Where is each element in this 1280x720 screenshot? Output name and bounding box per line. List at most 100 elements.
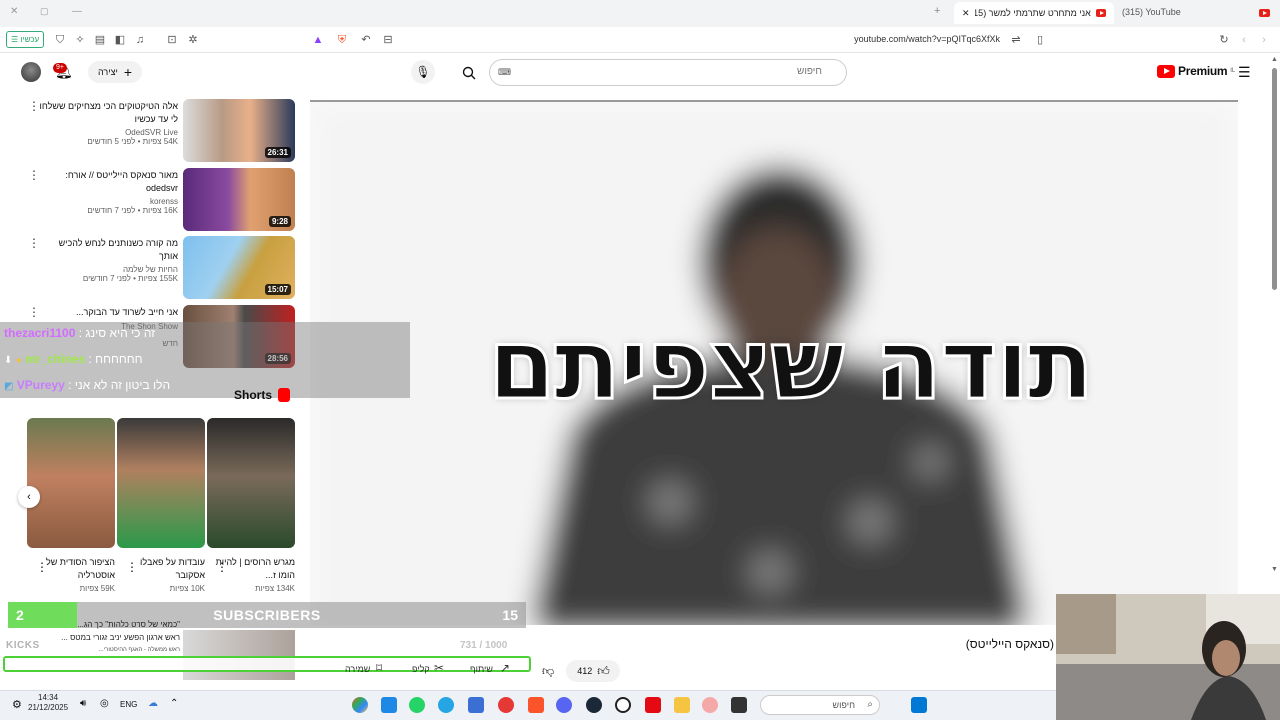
more-options-icon[interactable]: ⋮ <box>28 99 40 113</box>
forward-icon[interactable]: › <box>1256 32 1272 48</box>
rec-thumbnail[interactable]: 15:07 <box>183 236 295 299</box>
recommendation-item[interactable]: ⋮ אלה הטיקטוקים הכי מצחיקים ששלחו לי עד … <box>0 99 300 163</box>
language-indicator[interactable]: ENG <box>120 700 137 709</box>
taskbar-clock[interactable]: 14:34 21/12/2025 <box>28 693 68 713</box>
duration-badge: 26:31 <box>264 147 291 158</box>
cast-icon[interactable]: ⊟ <box>380 32 396 48</box>
mic-icon[interactable]: 🎙︎ <box>411 60 435 84</box>
recommendation-item[interactable]: ⋮ מאור סנאקס היילייטס // אורח: odedsvr k… <box>0 168 300 232</box>
restore-window-icon[interactable]: ▢ <box>40 6 49 17</box>
onedrive-icon[interactable]: ☁ <box>148 698 158 709</box>
search-button[interactable] <box>452 60 486 85</box>
clip-button[interactable]: קליפ <box>412 664 430 674</box>
scroll-down-icon[interactable]: ▼ <box>1271 566 1278 573</box>
more-options-icon[interactable]: ⋮ <box>216 560 228 574</box>
rec-title[interactable]: אני חייב לשרוד עד הבוקר... <box>38 306 178 319</box>
store-icon[interactable] <box>381 697 397 713</box>
like-button[interactable]: 👎︎ 412 👍︎ <box>542 660 620 682</box>
youtube-premium-logo[interactable]: Premium IL <box>1157 64 1235 78</box>
app-icon[interactable] <box>468 697 484 713</box>
share-icon[interactable]: ↶ <box>358 32 374 48</box>
more-options-icon[interactable]: ⋮ <box>36 560 48 574</box>
share-button[interactable]: שיתוף <box>470 664 493 674</box>
music-icon[interactable]: ♫ <box>132 32 148 48</box>
reader-icon[interactable]: ▤ <box>92 32 108 48</box>
settings-tray-icon[interactable]: ⚙ <box>12 698 22 711</box>
triangle-icon[interactable]: ▲ <box>310 32 326 48</box>
url-text[interactable]: youtube.com/watch?v=pQITqc6XfXk <box>854 34 1000 44</box>
short-thumbnail[interactable] <box>207 418 295 548</box>
steam-icon[interactable] <box>586 697 602 713</box>
extension-icon[interactable]: ✲ <box>185 32 201 48</box>
search-box[interactable]: ⌨ <box>489 59 847 86</box>
tab-youtube-home[interactable]: (315) YouTube <box>1118 2 1278 24</box>
thumbs-down-icon[interactable]: 👎︎ <box>542 664 554 679</box>
chat-message: thezacri1100 : זה כי היא סינג <box>4 326 156 340</box>
chevron-up-icon[interactable]: ⌃ <box>170 698 178 709</box>
close-tab-icon[interactable]: ✕ <box>962 8 970 19</box>
wifi-icon[interactable]: ◎ <box>100 698 109 709</box>
app-icon[interactable] <box>702 697 718 713</box>
back-icon[interactable]: ‹ <box>1236 32 1252 48</box>
brave-icon[interactable] <box>528 697 544 713</box>
zoom-button[interactable]: ☰ עכשיו <box>6 31 45 48</box>
rec-title[interactable]: מאור סנאקס היילייטס // אורח: odedsvr <box>38 169 178 195</box>
chatgpt-icon[interactable] <box>615 697 631 713</box>
save-button[interactable]: שמירה <box>345 664 370 674</box>
youtube-music-icon[interactable] <box>498 697 514 713</box>
more-options-icon[interactable]: ⋮ <box>28 168 40 182</box>
share-icon[interactable]: ↗ <box>500 661 510 675</box>
search-input[interactable] <box>522 66 822 77</box>
tab-active-video[interactable]: אני מתחרט שתרמתי למשר (315) ✕ <box>954 2 1114 24</box>
more-options-icon[interactable]: ⋮ <box>28 305 40 319</box>
shield-icon[interactable]: ⛉ <box>52 32 68 48</box>
more-options-icon[interactable]: ⋮ <box>126 560 138 574</box>
short-thumbnail[interactable] <box>117 418 205 548</box>
windows-start-icon[interactable] <box>911 697 927 713</box>
recommendation-item[interactable]: ⋮ מה קורה כשנותנים לנחש להכיש אותך החיות… <box>0 236 300 300</box>
whatsapp-icon[interactable] <box>409 697 425 713</box>
reload-icon[interactable]: ↻ <box>1216 32 1232 48</box>
close-window-icon[interactable]: ✕ <box>10 6 18 17</box>
telegram-icon[interactable] <box>438 697 454 713</box>
folder-icon[interactable] <box>674 697 690 713</box>
scissors-icon[interactable]: ✂ <box>434 661 444 675</box>
video-title: (סנאקס היילייטס) <box>965 637 1054 651</box>
avatar[interactable] <box>21 62 41 82</box>
netflix-icon[interactable] <box>645 697 661 713</box>
puzzle-icon[interactable]: ✧ <box>72 32 88 48</box>
rec-title[interactable]: מה קורה כשנותנים לנחש להכיש אותך <box>38 237 178 263</box>
rec-thumbnail[interactable]: 9:28 <box>183 168 295 231</box>
short-thumbnail[interactable] <box>27 418 115 548</box>
more-options-icon[interactable]: ⋮ <box>28 236 40 250</box>
taskbar-search[interactable]: חיפוש ⌕ <box>760 695 880 715</box>
rec-channel[interactable]: OdedSVR Live <box>38 128 178 137</box>
minimize-window-icon[interactable]: — <box>72 6 82 17</box>
screenshot-icon[interactable]: ⊡ <box>164 32 180 48</box>
rec-channel[interactable]: החיות של שלמה <box>38 265 178 274</box>
bookmark-icon[interactable]: ▯ <box>1032 32 1048 48</box>
hamburger-menu-icon[interactable]: ☰ <box>1238 64 1251 81</box>
terminal-icon[interactable] <box>731 697 747 713</box>
scroll-up-icon[interactable]: ▲ <box>1271 56 1278 63</box>
discord-icon[interactable] <box>556 697 572 713</box>
rec-channel[interactable]: korenss <box>38 197 178 206</box>
brave-shield-icon[interactable]: ⛨ <box>334 32 350 48</box>
create-button[interactable]: יצירה + <box>88 61 143 83</box>
sidebar-icon[interactable]: ◧ <box>112 32 128 48</box>
rec-thumbnail[interactable]: 26:31 <box>183 99 295 162</box>
page-scrollbar[interactable]: ▲ ▼ <box>1270 56 1278 576</box>
keyboard-icon[interactable]: ⌨ <box>498 67 511 78</box>
rec-title[interactable]: אלה הטיקטוקים הכי מצחיקים ששלחו לי עד עכ… <box>38 100 178 126</box>
chat-user: mr_chines <box>25 352 86 366</box>
photoshop-icon[interactable] <box>352 697 368 713</box>
scroll-thumb[interactable] <box>1272 68 1277 290</box>
bookmark-icon[interactable]: ⌑ <box>376 661 382 675</box>
site-settings-icon[interactable]: ⇌ <box>1008 32 1024 48</box>
new-tab-icon[interactable]: + <box>934 5 940 17</box>
kicks-progress-fill <box>5 658 389 670</box>
chevron-left-icon[interactable]: ‹ <box>18 486 40 508</box>
volume-icon[interactable]: 🔊︎ <box>80 698 86 709</box>
rec-info: מה קורה כשנותנים לנחש להכיש אותך החיות ש… <box>38 237 178 283</box>
plus-icon: + <box>123 64 133 80</box>
